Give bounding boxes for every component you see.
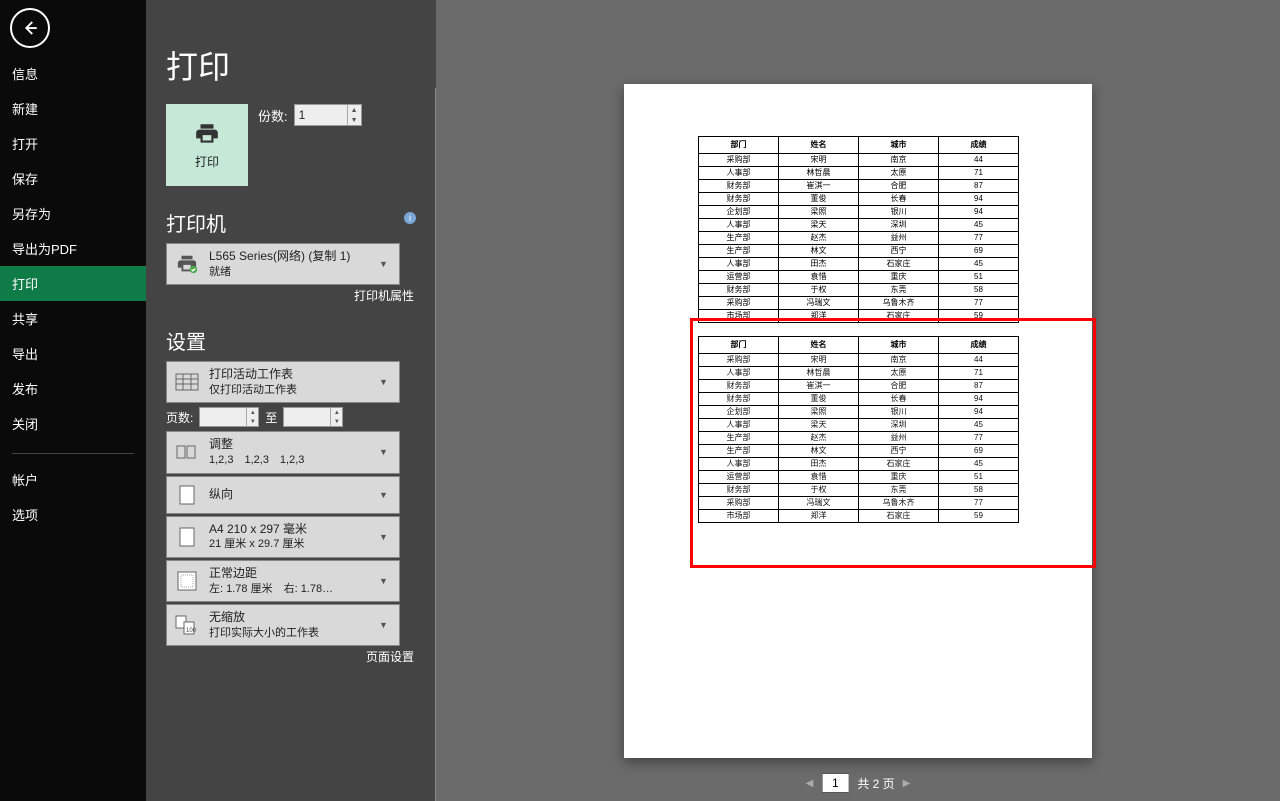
info-icon[interactable]: i [404, 212, 416, 224]
printer-name: L565 Series(网络) (复制 1) [209, 248, 379, 265]
page-setup-link[interactable]: 页面设置 [166, 648, 414, 665]
collate-icon [173, 438, 201, 466]
nav-share[interactable]: 共享 [0, 301, 146, 336]
scaling-icon: 100 [173, 611, 201, 639]
preview-table-1: 部门姓名城市成绩 采购部宋明南京44人事部林哲晨太原71财务部崔淇一合肥87财务… [698, 136, 1019, 323]
nav-options[interactable]: 选项 [0, 497, 146, 532]
margins-select[interactable]: 正常边距 左: 1.78 厘米 右: 1.78… ▼ [166, 560, 400, 602]
page-navigator: ◀ 共 2 页 ▶ [806, 773, 911, 793]
printer-status: 就绪 [209, 265, 379, 280]
pages-to-input[interactable]: ▲▼ [283, 407, 343, 427]
copies-value: 1 [299, 108, 306, 122]
sidebar: 信息 新建 打开 保存 另存为 导出为PDF 打印 共享 导出 发布 关闭 帐户… [0, 0, 146, 801]
nav-print[interactable]: 打印 [0, 266, 146, 301]
chevron-down-icon: ▼ [379, 377, 393, 387]
nav-export-pdf[interactable]: 导出为PDF [0, 231, 146, 266]
pages-label: 页数: [166, 409, 193, 426]
chevron-down-icon: ▼ [379, 576, 393, 586]
scaling-select[interactable]: 100 无缩放 打印实际大小的工作表 ▼ [166, 604, 400, 646]
chevron-down-icon: ▼ [379, 620, 393, 630]
printer-icon [192, 121, 222, 147]
back-button[interactable] [10, 8, 50, 48]
print-panel: 打印 打印 份数: 1 ▲▼ 打印机 i L565 Series(网络) (复制… [146, 0, 436, 801]
chevron-down-icon: ▼ [379, 259, 393, 269]
nav-open[interactable]: 打开 [0, 126, 146, 161]
chevron-down-icon: ▼ [379, 490, 393, 500]
nav-saveas[interactable]: 另存为 [0, 196, 146, 231]
margins-icon [173, 567, 201, 595]
printer-section-title: 打印机 i [166, 208, 416, 237]
chevron-down-icon: ▼ [379, 447, 393, 457]
print-what-select[interactable]: 打印活动工作表 仅打印活动工作表 ▼ [166, 361, 400, 403]
next-page-button[interactable]: ▶ [903, 778, 911, 789]
print-button[interactable]: 打印 [166, 104, 248, 186]
orientation-select[interactable]: 纵向 ▼ [166, 476, 400, 514]
current-page-input[interactable] [821, 773, 849, 793]
printer-ready-icon [173, 250, 201, 278]
prev-page-button[interactable]: ◀ [806, 778, 814, 789]
pages-from-input[interactable]: ▲▼ [199, 407, 259, 427]
copies-input[interactable]: 1 ▲▼ [294, 104, 362, 126]
portrait-icon [173, 481, 201, 509]
collate-select[interactable]: 调整 1,2,3 1,2,3 1,2,3 ▼ [166, 431, 400, 473]
page-total-label: 共 2 页 [857, 775, 894, 792]
page-title: 打印 [166, 0, 416, 104]
nav-export[interactable]: 导出 [0, 336, 146, 371]
nav-close[interactable]: 关闭 [0, 406, 146, 441]
paper-size-select[interactable]: A4 210 x 297 毫米 21 厘米 x 29.7 厘米 ▼ [166, 516, 400, 558]
nav-list: 信息 新建 打开 保存 另存为 导出为PDF 打印 共享 导出 发布 关闭 帐户… [0, 56, 146, 532]
nav-info[interactable]: 信息 [0, 56, 146, 91]
printer-select[interactable]: L565 Series(网络) (复制 1) 就绪 ▼ [166, 243, 400, 285]
print-button-label: 打印 [195, 153, 219, 170]
nav-save[interactable]: 保存 [0, 161, 146, 196]
print-preview-page: 部门姓名城市成绩 采购部宋明南京44人事部林哲晨太原71财务部崔淇一合肥87财务… [624, 84, 1092, 758]
preview-area: 部门姓名城市成绩 采购部宋明南京44人事部林哲晨太原71财务部崔淇一合肥87财务… [436, 0, 1280, 801]
nav-publish[interactable]: 发布 [0, 371, 146, 406]
copies-label: 份数: [258, 106, 288, 125]
preview-table-2: 部门姓名城市成绩 采购部宋明南京44人事部林哲晨太原71财务部崔淇一合肥87财务… [698, 336, 1019, 523]
chevron-down-icon: ▼ [379, 532, 393, 542]
separator [12, 453, 134, 454]
settings-section-title: 设置 [166, 326, 416, 355]
nav-account[interactable]: 帐户 [0, 462, 146, 497]
pages-to-label: 至 [265, 409, 277, 426]
svg-text:100: 100 [186, 628, 197, 634]
page-icon [173, 523, 201, 551]
sheets-icon [173, 368, 201, 396]
nav-new[interactable]: 新建 [0, 91, 146, 126]
printer-properties-link[interactable]: 打印机属性 [166, 287, 414, 304]
